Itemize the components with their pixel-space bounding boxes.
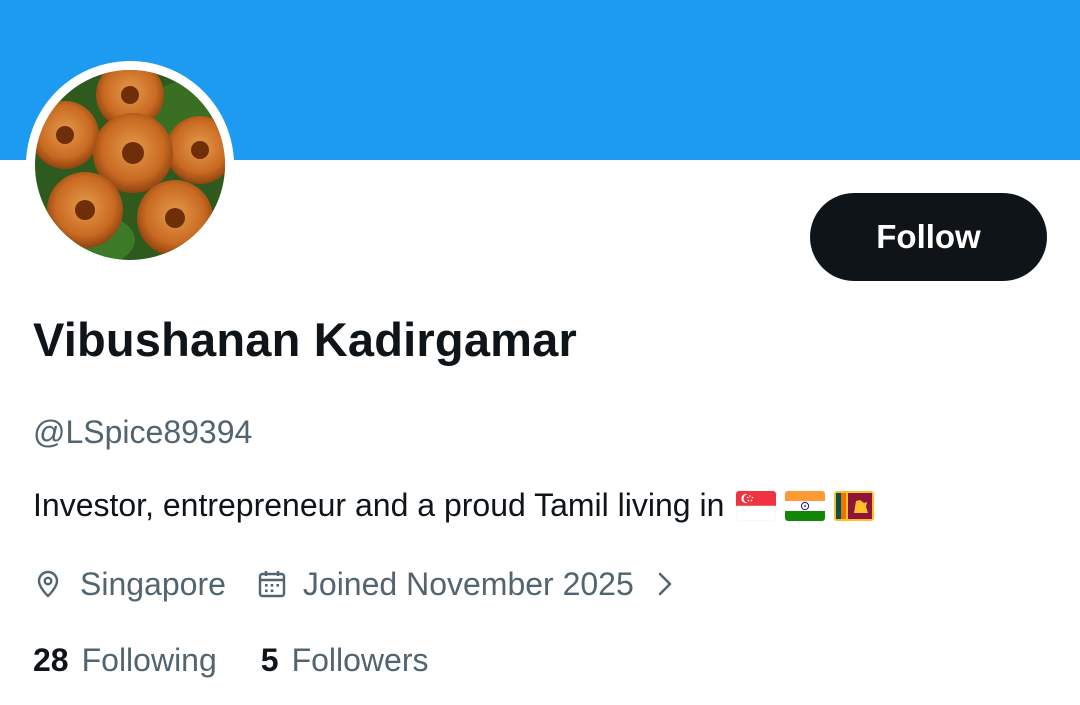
location-text: Singapore bbox=[80, 565, 226, 602]
profile-meta: Singapore Joined November 2025 bbox=[33, 562, 676, 606]
user-handle: @LSpice89394 bbox=[33, 414, 253, 450]
avatar[interactable] bbox=[26, 61, 234, 269]
location-pin-icon bbox=[33, 569, 63, 599]
display-name: Vibushanan Kadirgamar bbox=[33, 313, 577, 366]
sri-lanka-flag-icon bbox=[834, 490, 875, 521]
bio: Investor, entrepreneur and a proud Tamil… bbox=[33, 487, 875, 524]
avatar-image bbox=[35, 70, 225, 260]
chevron-right-icon[interactable] bbox=[654, 569, 676, 599]
singapore-flag-icon bbox=[736, 490, 777, 521]
follow-stats: 28 Following 5 Followers bbox=[33, 638, 428, 682]
following-count: 28 bbox=[33, 641, 69, 678]
following-label: Following bbox=[81, 641, 217, 678]
joined-date: Joined November 2025 bbox=[302, 565, 634, 602]
profile-page: Follow Vibushanan Kadirgamar @LSpice8939… bbox=[0, 0, 1080, 705]
follow-button[interactable]: Follow bbox=[810, 193, 1047, 281]
bio-text: Investor, entrepreneur and a proud Tamil… bbox=[33, 487, 725, 523]
followers-link[interactable]: 5 Followers bbox=[261, 642, 429, 679]
followers-label: Followers bbox=[291, 641, 429, 678]
india-flag-icon bbox=[785, 490, 826, 521]
following-link[interactable]: 28 Following bbox=[33, 642, 217, 679]
calendar-icon bbox=[257, 569, 287, 599]
followers-count: 5 bbox=[260, 641, 279, 678]
